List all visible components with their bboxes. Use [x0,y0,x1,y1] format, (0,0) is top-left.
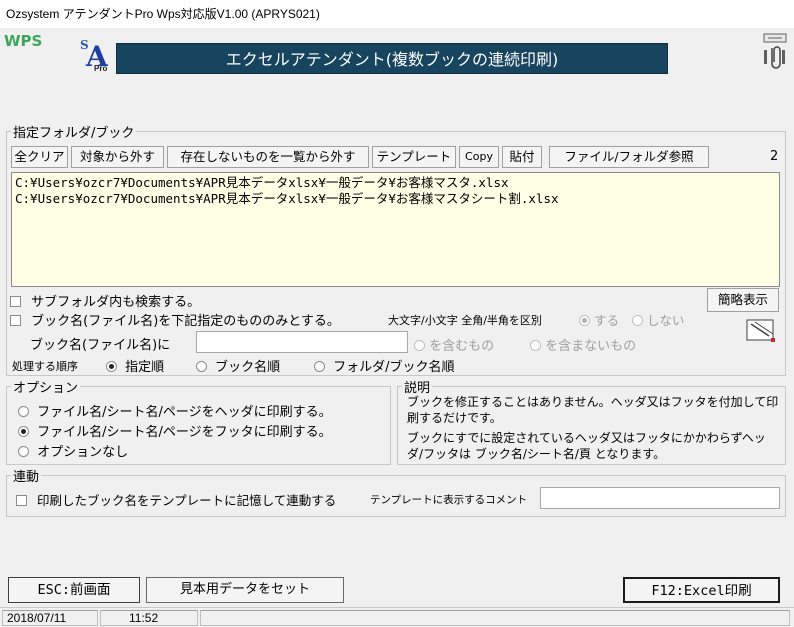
link-option[interactable]: 印刷したブック名をテンプレートに記憶して連動する [16,490,336,509]
file-list[interactable]: C:¥Users¥ozcr7¥Documents¥APR見本データxlsx¥一般… [11,172,780,287]
case-yes-option[interactable]: する [579,310,619,329]
option-footer-label: ファイル名/シート名/ページをフッタに印刷する。 [37,425,332,440]
link-checkbox-label: 印刷したブック名をテンプレートに記憶して連動する [36,493,337,508]
order-label-specified: 指定順 [125,360,165,375]
option-none-label: オプションなし [37,445,129,460]
subfolder-label: サブフォルダ内も検索する。 [31,295,201,310]
order-radio-specified[interactable] [106,361,117,372]
option-footer-radio[interactable] [18,426,29,437]
template-button[interactable]: テンプレート [372,146,456,168]
link-legend: 連動 [13,470,40,485]
browse-button[interactable]: ファイル/フォルダ参照 [549,146,709,168]
paste-button[interactable]: 貼付 [502,146,542,168]
item-count: 2 [770,149,779,164]
app-logo: S A Pro [80,38,114,74]
remove-missing-button[interactable]: 存在しないものを一覧から外す [167,146,369,168]
clip-settings-icon[interactable] [758,28,790,72]
bookname-only-label: ブック名(ファイル名)を下記指定のもののみとする。 [31,314,340,329]
pen-icon[interactable] [745,318,777,344]
description-text: ブックを修正することはありません。ヘッダ又はフッタを付加して印刷するだけです。 … [407,394,779,462]
contains-option[interactable]: を含むもの [414,335,494,354]
copy-button[interactable]: Copy [459,146,499,168]
bookname-in-label: ブック名(ファイル名)に [30,338,171,353]
status-time: 11:52 [100,610,198,626]
subfolder-checkbox[interactable] [10,296,21,307]
case-no-option[interactable]: しない [632,310,685,329]
option-none-radio[interactable] [18,446,29,457]
option-header[interactable]: ファイル名/シート名/ページをヘッダに印刷する。 [18,401,332,420]
not-contains-label: を含まないもの [545,339,637,354]
case-sensitive-label: 大文字/小文字 全角/半角を区別 [388,314,542,327]
contains-label: を含むもの [429,339,495,354]
app-logo-pro: Pro [94,64,108,73]
option-none[interactable]: オプションなし [18,441,128,460]
not-contains-radio[interactable] [530,340,541,351]
clear-all-button[interactable]: 全クリア [11,146,68,168]
order-option-specified[interactable]: 指定順 [106,356,164,375]
option-header-radio[interactable] [18,406,29,417]
banner-title: エクセルアテンダント(複数ブックの連続印刷) [116,43,668,74]
simple-view-button[interactable]: 簡略表示 [707,288,779,312]
order-radio-bookname[interactable] [196,361,207,372]
order-option-bookname[interactable]: ブック名順 [196,356,280,375]
status-bar: 2018/07/11 11:52 [0,607,794,627]
esc-button[interactable]: ESC:前画面 [8,577,140,603]
remove-button[interactable]: 対象から外す [71,146,164,168]
case-yes-label: する [593,313,619,328]
wps-logo: WPS [4,32,43,50]
order-radio-folder-bookname[interactable] [314,361,325,372]
list-item[interactable]: C:¥Users¥ozcr7¥Documents¥APR見本データxlsx¥一般… [15,175,776,191]
link-checkbox[interactable] [16,495,27,506]
option-header-label: ファイル名/シート名/ページをヘッダに印刷する。 [37,405,332,420]
bookname-only-option[interactable]: ブック名(ファイル名)を下記指定のもののみとする。 [10,310,340,329]
case-no-radio[interactable] [632,315,643,326]
order-label-folder-bookname: フォルダ/ブック名順 [333,360,455,375]
bookname-input[interactable] [196,331,408,353]
comment-label: テンプレートに表示するコメント [370,494,528,506]
options-legend: オプション [13,381,79,396]
description-para2: ブックにすでに設定されているヘッダ又はフッタにかかわらずヘッダ/フッタは ブック… [407,431,766,461]
sample-data-button[interactable]: 見本用データをセット [146,577,344,603]
f12-print-button[interactable]: F12:Excel印刷 [623,577,780,603]
case-no-label: しない [646,313,685,328]
subfolder-option[interactable]: サブフォルダ内も検索する。 [10,291,200,310]
option-footer[interactable]: ファイル名/シート名/ページをフッタに印刷する。 [18,421,332,440]
bookname-only-checkbox[interactable] [10,315,21,326]
contains-radio[interactable] [414,340,425,351]
status-empty [200,610,790,626]
order-option-folder-bookname[interactable]: フォルダ/ブック名順 [314,356,455,375]
description-para1: ブックを修正することはありません。ヘッダ又はフッタを付加して印刷するだけです。 [407,395,779,425]
comment-input[interactable] [540,487,780,509]
list-item[interactable]: C:¥Users¥ozcr7¥Documents¥APR見本データxlsx¥一般… [15,191,776,207]
not-contains-option[interactable]: を含まないもの [530,335,636,354]
window-title: Ozsystem アテンダントPro Wps対応版V1.00 (APRYS021… [0,0,794,28]
case-yes-radio[interactable] [579,315,590,326]
order-label-bookname: ブック名順 [215,360,281,375]
order-label: 処理する順序 [12,360,78,373]
status-date: 2018/07/11 [2,610,98,626]
folder-legend: 指定フォルダ/ブック [13,126,135,141]
